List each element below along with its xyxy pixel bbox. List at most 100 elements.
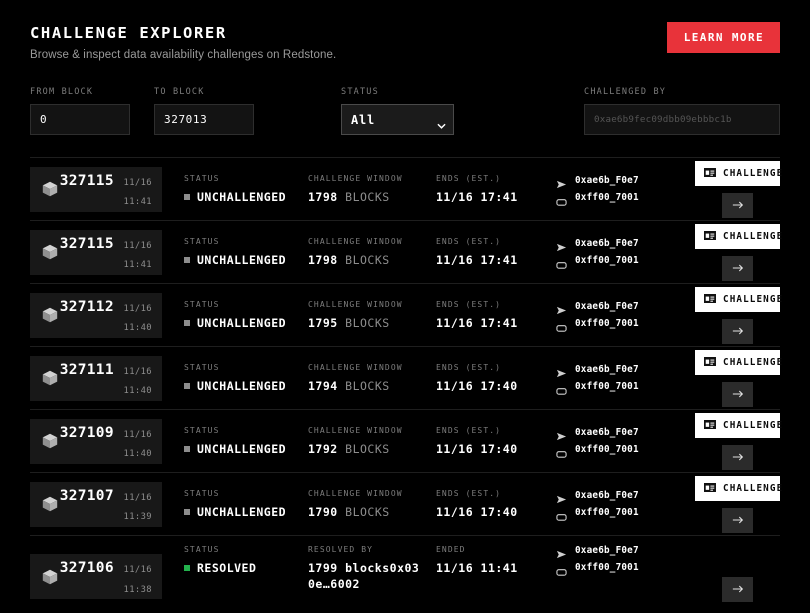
- block-card[interactable]: 327115 11/16 11:41: [30, 229, 162, 275]
- sender-address-line[interactable]: 0xae6b_F0e7: [556, 364, 684, 378]
- status-select-wrap: All: [341, 104, 454, 135]
- row-detail-button[interactable]: [722, 444, 753, 470]
- challenged-by-label: CHALLENGED BY: [584, 87, 667, 97]
- challenge-window-label: CHALLENGE WINDOW: [308, 300, 403, 309]
- ticket-icon: [704, 168, 716, 178]
- ends-value: 11/16 17:41: [436, 190, 518, 204]
- status-badge: UNCHALLENGED: [184, 316, 308, 330]
- status-select[interactable]: All: [341, 104, 454, 135]
- contract-address-line[interactable]: 0xff00_7001: [556, 192, 684, 206]
- block-meta: 327111 11/16 11:40: [59, 359, 152, 398]
- challenge-explorer-page: CHALLENGE EXPLORER Browse & inspect data…: [0, 0, 810, 613]
- table-row[interactable]: 327107 11/16 11:39 STATUS UNCHALLENGED C…: [30, 472, 782, 535]
- block-card[interactable]: 327111 11/16 11:40: [30, 355, 162, 401]
- page-title: CHALLENGE EXPLORER: [30, 24, 227, 42]
- status-column-label: STATUS: [184, 300, 220, 309]
- status-dot: [184, 509, 190, 515]
- challenge-window-cell: RESOLVED BY 1799 blocks0x030e…6002: [308, 545, 436, 592]
- table-row[interactable]: 327112 11/16 11:40 STATUS UNCHALLENGED C…: [30, 283, 782, 346]
- block-card[interactable]: 327112 11/16 11:40: [30, 292, 162, 338]
- table-row[interactable]: 327115 11/16 11:41 STATUS UNCHALLENGED C…: [30, 220, 782, 283]
- block-meta: 327109 11/16 11:40: [59, 422, 152, 461]
- learn-more-button[interactable]: LEARN MORE: [666, 22, 780, 53]
- challenge-window-label: CHALLENGE WINDOW: [308, 489, 403, 498]
- table-row[interactable]: 327111 11/16 11:40 STATUS UNCHALLENGED C…: [30, 346, 782, 409]
- contract-address-line[interactable]: 0xff00_7001: [556, 255, 684, 269]
- table-row[interactable]: 327106 11/16 11:38 STATUS RESOLVED RESOL…: [30, 535, 780, 607]
- addresses-cell: 0xae6b_F0e7 0xff00_7001: [556, 545, 684, 576]
- status-badge: UNCHALLENGED: [184, 505, 308, 519]
- sender-address-line[interactable]: 0xae6b_F0e7: [556, 545, 684, 559]
- block-card[interactable]: 327106 11/16 11:38: [30, 554, 162, 599]
- challenge-button-label: CHALLENGE: [723, 419, 784, 431]
- contract-address-line[interactable]: 0xff00_7001: [556, 381, 684, 395]
- block-timestamp: 11/16 11:41: [123, 240, 152, 271]
- ticket-icon: [704, 294, 716, 304]
- status-cell: STATUS UNCHALLENGED: [184, 237, 308, 267]
- status-badge: UNCHALLENGED: [184, 190, 308, 204]
- from-block-input[interactable]: [30, 104, 130, 135]
- status-badge: RESOLVED: [184, 561, 308, 575]
- row-detail-button[interactable]: [722, 507, 753, 533]
- ticket-icon: [704, 231, 716, 241]
- sender-address-line[interactable]: 0xae6b_F0e7: [556, 175, 684, 189]
- arrow-right-icon: [732, 198, 744, 213]
- block-card[interactable]: 327109 11/16 11:40: [30, 418, 162, 464]
- status-cell: STATUS RESOLVED: [184, 545, 308, 575]
- challenge-window-label: CHALLENGE WINDOW: [308, 174, 403, 183]
- challenge-list: 327115 11/16 11:41 STATUS UNCHALLENGED C…: [0, 157, 810, 607]
- ends-value: 11/16 17:40: [436, 379, 518, 393]
- sender-address-line[interactable]: 0xae6b_F0e7: [556, 238, 684, 252]
- block-timestamp: 11/16 11:38: [123, 565, 152, 595]
- challenge-button[interactable]: CHALLENGE: [695, 412, 784, 438]
- row-detail-button[interactable]: [722, 577, 753, 602]
- block-card[interactable]: 327115 11/16 11:41: [30, 166, 162, 212]
- block-card[interactable]: 327107 11/16 11:39: [30, 481, 162, 527]
- status-column-label: STATUS: [184, 363, 220, 372]
- sender-address-line[interactable]: 0xae6b_F0e7: [556, 301, 684, 315]
- ends-cell: ENDS (EST.) 11/16 17:40: [436, 426, 556, 456]
- addresses-cell: 0xae6b_F0e7 0xff00_7001: [556, 301, 684, 332]
- addresses-cell: 0xae6b_F0e7 0xff00_7001: [556, 238, 684, 269]
- window-number: 1790: [308, 505, 338, 519]
- window-unit: BLOCKS: [345, 190, 390, 204]
- sender-address-line[interactable]: 0xae6b_F0e7: [556, 427, 684, 441]
- contract-address-line[interactable]: 0xff00_7001: [556, 507, 684, 521]
- row-detail-button[interactable]: [722, 318, 753, 344]
- ends-label: ENDS (EST.): [436, 237, 502, 246]
- challenge-button[interactable]: CHALLENGE: [695, 475, 782, 501]
- table-row[interactable]: 327115 11/16 11:41 STATUS UNCHALLENGED C…: [30, 157, 782, 220]
- page-header: CHALLENGE EXPLORER Browse & inspect data…: [0, 0, 810, 61]
- contract-address-line[interactable]: 0xff00_7001: [556, 444, 684, 458]
- contract-address-line[interactable]: 0xff00_7001: [556, 562, 684, 576]
- challenge-button[interactable]: CHALLENGE: [695, 223, 782, 249]
- sender-address: 0xae6b_F0e7: [575, 301, 639, 312]
- challenge-button[interactable]: CHALLENGE: [695, 286, 782, 312]
- sender-address-line[interactable]: 0xae6b_F0e7: [556, 490, 684, 504]
- row-detail-button[interactable]: [722, 255, 753, 281]
- challenge-window-value: 1798 BLOCKS: [308, 253, 436, 267]
- sender-address: 0xae6b_F0e7: [575, 545, 639, 556]
- send-icon: [556, 175, 567, 189]
- row-detail-button[interactable]: [722, 192, 753, 218]
- challenge-button[interactable]: CHALLENGE: [695, 349, 782, 375]
- inbox-icon: [556, 255, 567, 269]
- block-number: 327106: [59, 560, 114, 577]
- ends-value: 11/16 17:41: [436, 316, 518, 330]
- table-row[interactable]: 327109 11/16 11:40 STATUS UNCHALLENGED C…: [30, 409, 784, 472]
- to-block-input[interactable]: [154, 104, 254, 135]
- status-cell: STATUS UNCHALLENGED: [184, 363, 308, 393]
- send-icon: [556, 427, 567, 441]
- challenge-window-cell: CHALLENGE WINDOW 1795 BLOCKS: [308, 300, 436, 330]
- challenge-button[interactable]: CHALLENGE: [695, 160, 782, 186]
- contract-address: 0xff00_7001: [575, 255, 639, 266]
- window-unit: BLOCKS: [345, 316, 390, 330]
- contract-address-line[interactable]: 0xff00_7001: [556, 318, 684, 332]
- row-detail-button[interactable]: [722, 381, 753, 407]
- challenge-window-cell: CHALLENGE WINDOW 1798 BLOCKS: [308, 174, 436, 204]
- contract-address: 0xff00_7001: [575, 444, 639, 455]
- window-unit: BLOCKS: [345, 379, 390, 393]
- challenged-by-input[interactable]: [584, 104, 780, 135]
- status-dot: [184, 383, 190, 389]
- to-block-field: TO BLOCK: [154, 87, 254, 135]
